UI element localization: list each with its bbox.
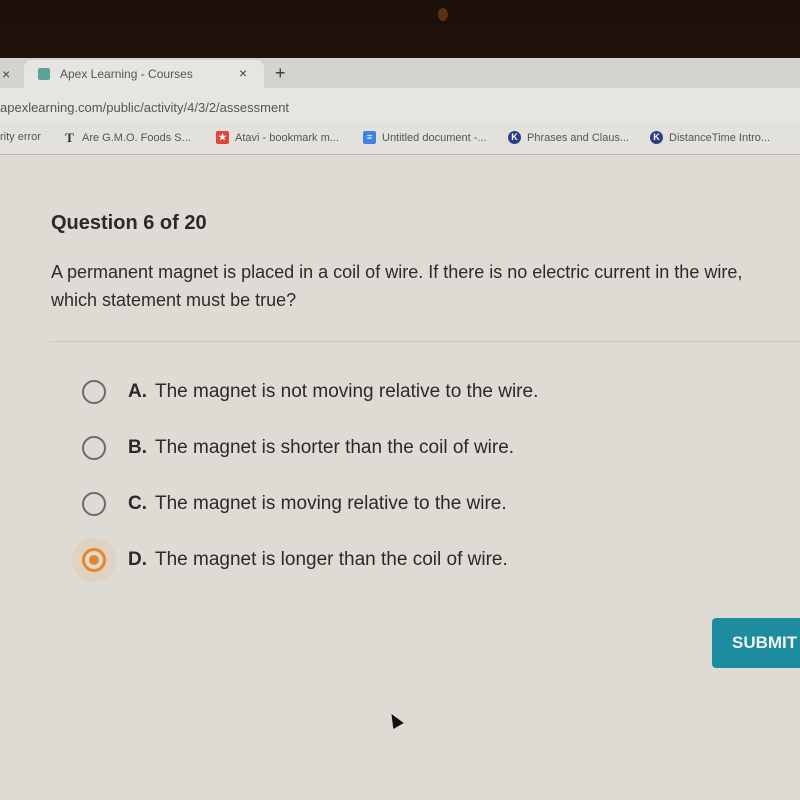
bookmark-item[interactable]: ≡ Untitled document -... (363, 131, 487, 144)
option-text: The magnet is not moving relative to the… (155, 381, 539, 402)
option-letter: D. (128, 549, 147, 570)
option-letter: B. (128, 437, 147, 458)
radio-button[interactable] (82, 380, 106, 404)
option-text: The magnet is moving relative to the wir… (155, 493, 507, 514)
option-letter: C. (128, 493, 147, 514)
tab-bar: × Apex Learning - Courses × + (0, 58, 800, 88)
answer-option-d[interactable]: D. The magnet is longer than the coil of… (82, 548, 508, 572)
divider (50, 341, 800, 342)
tab-apex-learning[interactable]: Apex Learning - Courses × (24, 60, 264, 88)
option-letter: A. (128, 381, 147, 402)
bookmark-label: Phrases and Claus... (527, 131, 630, 144)
bookmarks-bar: rity error T Are G.M.O. Foods S... ★ Atavi… (0, 122, 800, 155)
nyt-icon: T (65, 130, 74, 145)
google-docs-icon: ≡ (363, 131, 376, 144)
bookmark-label: Are G.M.O. Foods S... (82, 131, 191, 144)
bookmark-item[interactable]: K Phrases and Claus... (508, 131, 629, 144)
option-text: The magnet is shorter than the coil of w… (155, 437, 515, 458)
bookmark-item[interactable]: ★ Atavi - bookmark m... (216, 131, 339, 144)
k-icon: K (508, 131, 521, 144)
monitor-bezel (0, 0, 800, 60)
radio-button-selected[interactable] (82, 548, 106, 572)
question-title: Question 6 of 20 (51, 212, 207, 234)
bookmark-item[interactable]: T Are G.M.O. Foods S... (63, 131, 191, 144)
tab-title: Apex Learning - Courses (60, 67, 193, 81)
answer-option-c[interactable]: C. The magnet is moving relative to the … (82, 492, 507, 516)
radio-button[interactable] (82, 436, 106, 460)
k-icon: K (650, 131, 663, 144)
mouse-cursor-icon (386, 710, 404, 730)
close-icon[interactable]: × (2, 66, 10, 82)
apex-favicon-icon (38, 68, 50, 80)
bookmark-label: Atavi - bookmark m... (235, 131, 339, 144)
address-bar[interactable]: apexlearning.com/public/activity/4/3/2/a… (0, 88, 800, 122)
bookmark-item[interactable]: rity error (0, 131, 41, 143)
bookmark-label: rity error (0, 131, 41, 143)
option-text: The magnet is longer than the coil of wi… (155, 549, 508, 570)
new-tab-button[interactable]: + (275, 63, 286, 84)
close-icon[interactable]: × (239, 65, 247, 81)
webcam-light (438, 8, 448, 21)
answer-option-b[interactable]: B. The magnet is shorter than the coil o… (82, 436, 514, 460)
question-text: A permanent magnet is placed in a coil o… (51, 262, 743, 310)
bookmark-label: DistanceTime Intro... (669, 131, 771, 144)
atavi-icon: ★ (216, 131, 229, 144)
bookmark-label: Untitled document -... (382, 131, 487, 144)
answer-option-a[interactable]: A. The magnet is not moving relative to … (82, 380, 538, 404)
browser-window: × Apex Learning - Courses × + apexlearni… (0, 58, 800, 800)
bookmark-item[interactable]: K DistanceTime Intro... (650, 131, 770, 144)
radio-button[interactable] (82, 492, 106, 516)
submit-button[interactable]: SUBMIT (712, 618, 800, 668)
url-text[interactable]: apexlearning.com/public/activity/4/3/2/a… (0, 100, 289, 115)
